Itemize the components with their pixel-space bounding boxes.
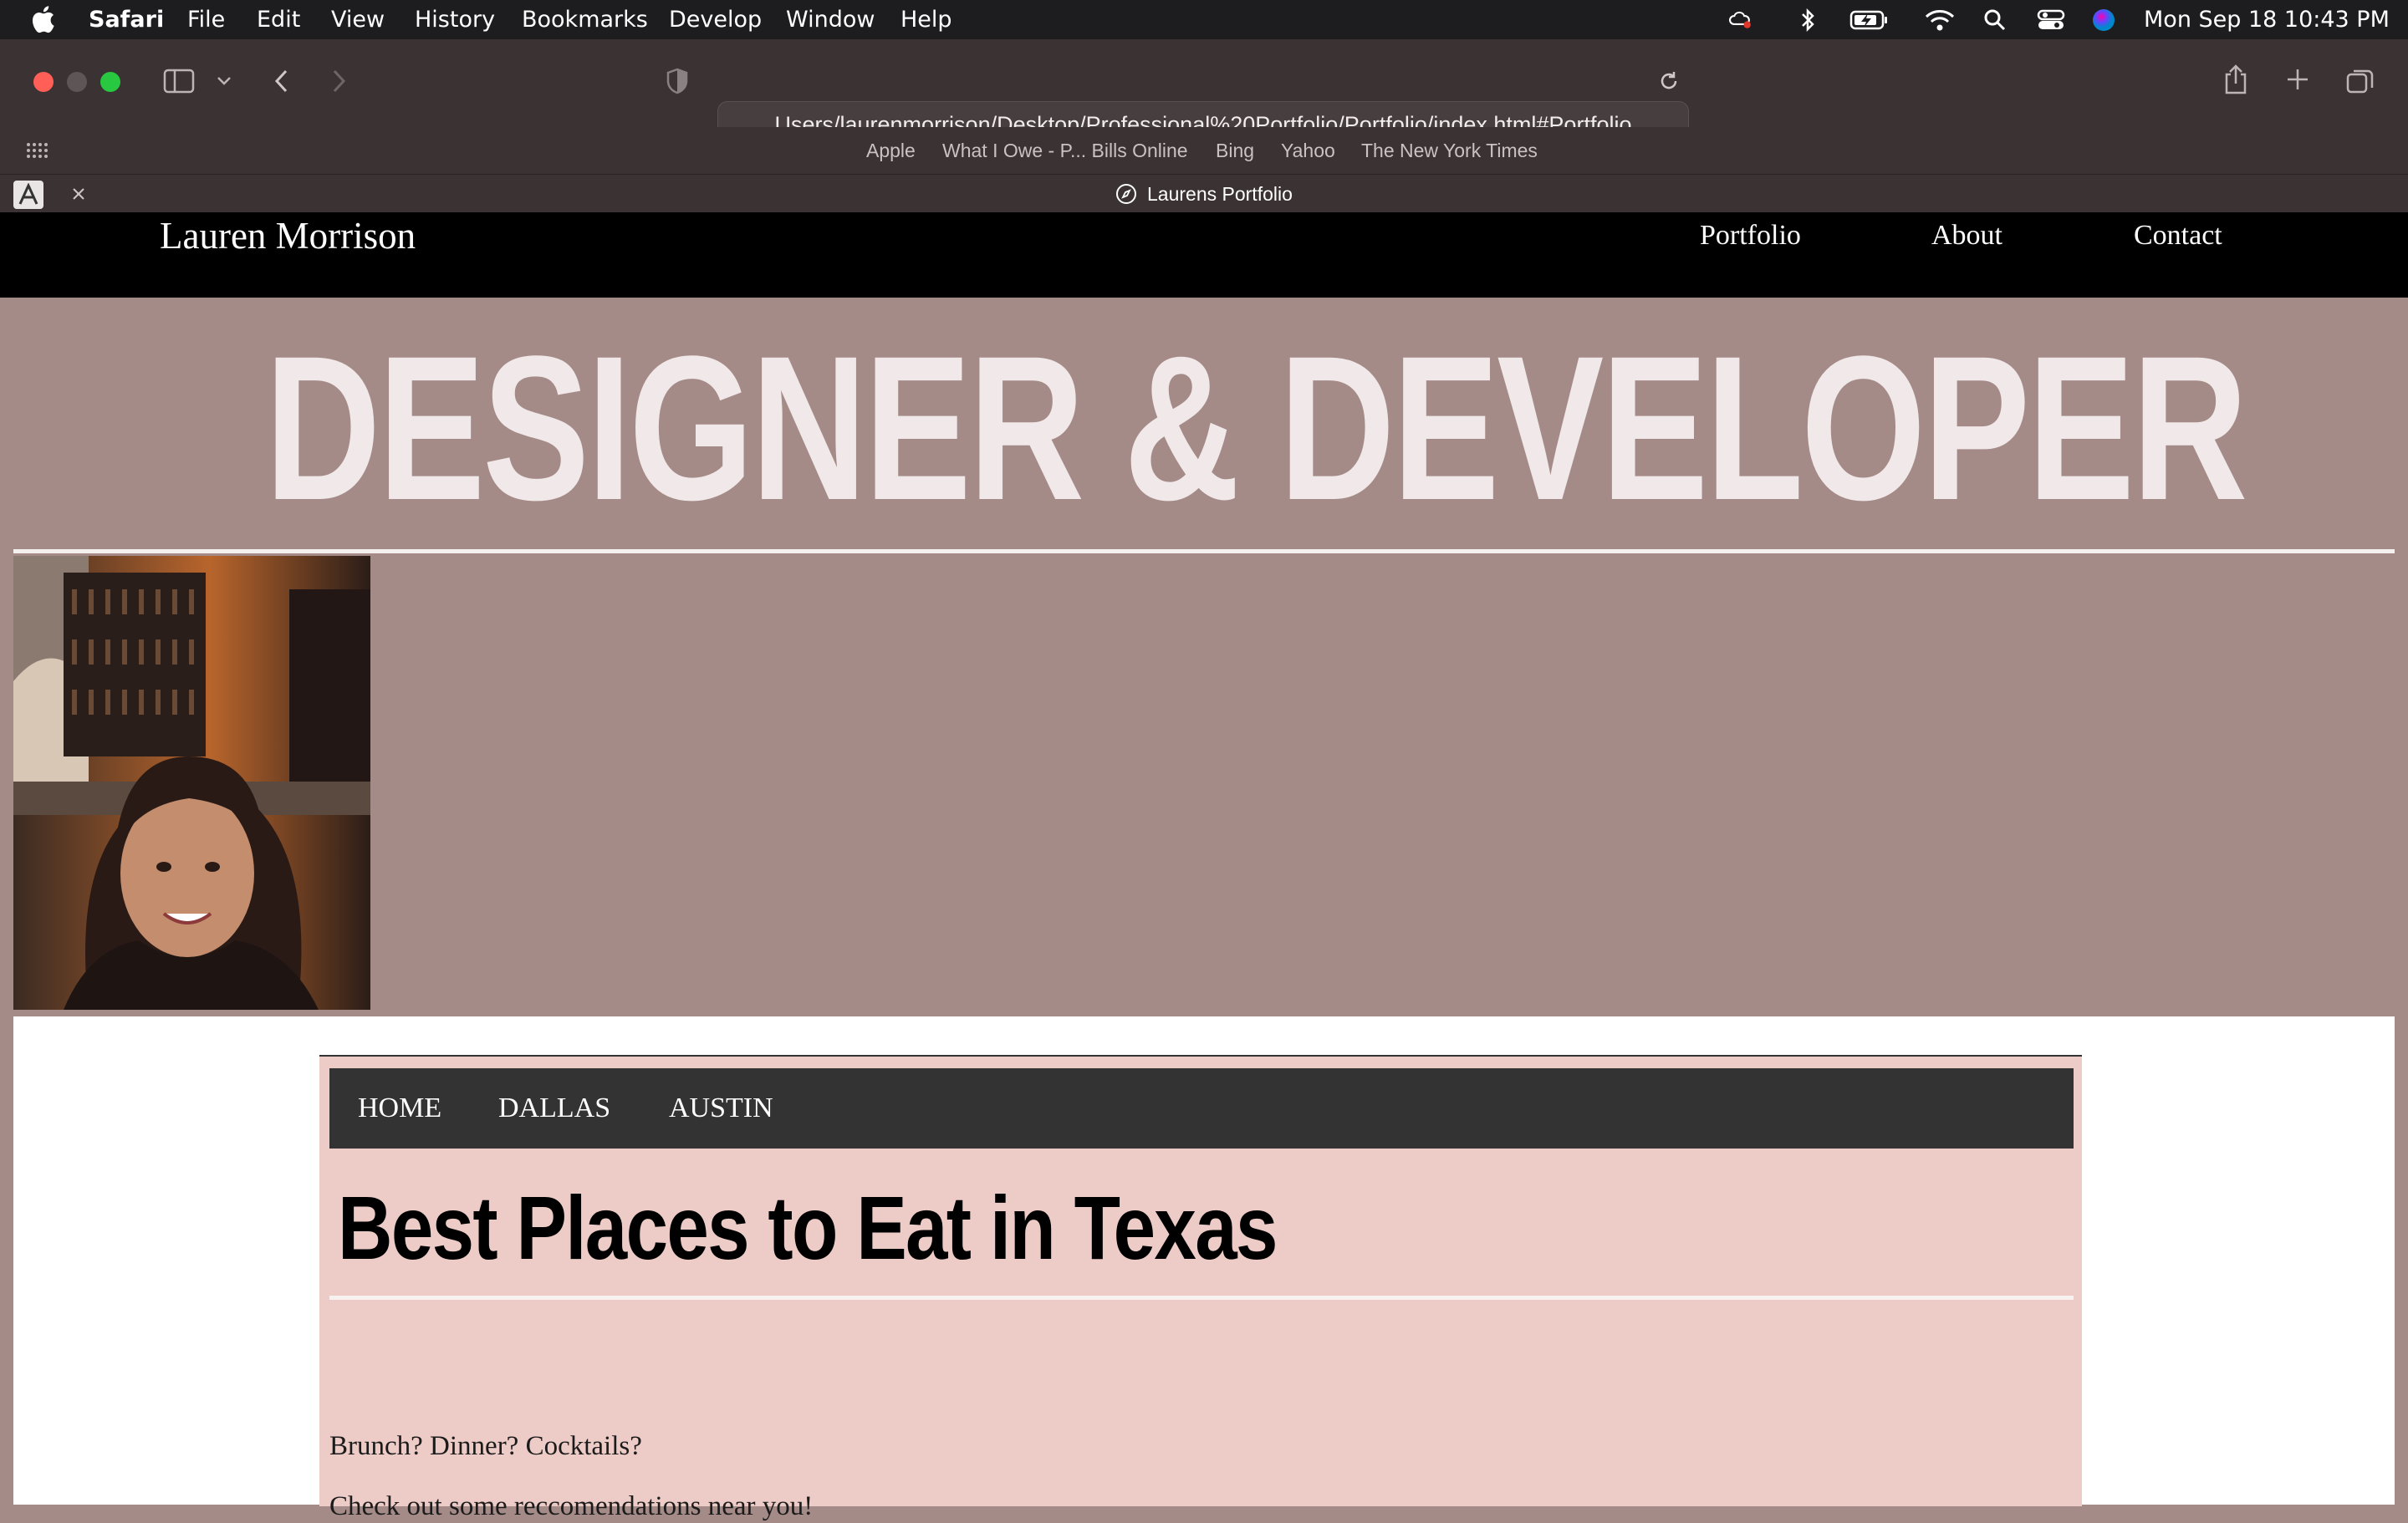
tab-bar: Laurens Portfolio	[0, 174, 2408, 213]
subnav-austin[interactable]: AUSTIN	[669, 1068, 773, 1149]
restaurants-panel: HOME DALLAS AUSTIN Best Places to Eat in…	[319, 1055, 2082, 1521]
favorites-bar: Apple What I Owe - P... Bills Online Bin…	[0, 127, 2408, 174]
menu-develop[interactable]: Develop	[669, 0, 762, 39]
tab-overview-icon[interactable]	[2344, 64, 2376, 96]
close-tab-icon[interactable]	[67, 181, 90, 206]
subnav-dallas[interactable]: DALLAS	[498, 1068, 610, 1149]
sidebar-toggle-icon[interactable]	[162, 64, 196, 98]
panel-subnav: HOME DALLAS AUSTIN	[329, 1068, 2074, 1149]
panel-intro-line: Brunch? Dinner? Cocktails?	[329, 1431, 642, 1461]
nav-contact[interactable]: Contact	[2134, 212, 2222, 259]
hero-section: DESIGNER & DEVELOPER	[0, 298, 2408, 1016]
bookmark-link[interactable]: Yahoo	[1281, 127, 1335, 174]
browser-toolbar: Users/laurenmorrison/Desktop/Professiona…	[0, 39, 2408, 146]
menu-history[interactable]: History	[415, 0, 495, 39]
zoom-window-button[interactable]	[100, 72, 120, 92]
forward-arrow-icon[interactable]	[326, 64, 353, 98]
control-center-icon[interactable]	[2037, 9, 2065, 31]
share-icon[interactable]	[2221, 61, 2251, 98]
site-brand[interactable]: Lauren Morrison	[160, 212, 416, 259]
new-tab-plus-icon[interactable]	[2283, 64, 2313, 94]
menubar-clock[interactable]: Mon Sep 18 10:43 PM	[2144, 0, 2390, 39]
bookmark-link[interactable]: Bing	[1216, 127, 1254, 174]
menu-bookmarks[interactable]: Bookmarks	[522, 0, 648, 39]
creative-cloud-icon[interactable]	[1729, 9, 1752, 31]
profile-photo	[13, 556, 370, 1010]
site-header: Lauren Morrison Portfolio About Contact	[0, 212, 2408, 298]
compass-icon	[1116, 184, 1136, 204]
siri-icon[interactable]	[2092, 9, 2115, 31]
spotlight-search-icon[interactable]	[1983, 9, 2007, 31]
menu-window[interactable]: Window	[786, 0, 875, 39]
wifi-icon[interactable]	[1925, 9, 1955, 31]
panel-heading: Best Places to Eat in Texas	[338, 1177, 1278, 1278]
menu-view[interactable]: View	[331, 0, 385, 39]
battery-icon[interactable]	[1849, 9, 1890, 31]
active-tab-title: Laurens Portfolio	[1147, 182, 1293, 205]
bookmark-link[interactable]: Apple	[866, 127, 916, 174]
menu-help[interactable]: Help	[900, 0, 952, 39]
minimize-window-button[interactable]	[67, 72, 87, 92]
subnav-home[interactable]: HOME	[358, 1068, 441, 1149]
back-arrow-icon[interactable]	[268, 64, 294, 98]
bookmark-link[interactable]: The New York Times	[1361, 127, 1538, 174]
panel-intro-line: Check out some reccomendations near you!	[329, 1491, 814, 1521]
macos-menubar: Safari File Edit View History Bookmarks …	[0, 0, 2408, 39]
chevron-down-icon[interactable]	[214, 68, 234, 94]
hero-divider	[13, 549, 2395, 553]
hero-title: DESIGNER & DEVELOPER	[264, 313, 2248, 543]
font-extension-icon[interactable]	[13, 181, 43, 209]
apple-menu-icon[interactable]	[30, 0, 55, 39]
content-section: HOME DALLAS AUSTIN Best Places to Eat in…	[13, 1016, 2395, 1521]
panel-divider	[329, 1296, 2074, 1300]
menu-edit[interactable]: Edit	[257, 0, 300, 39]
menu-file[interactable]: File	[187, 0, 225, 39]
active-tab[interactable]: Laurens Portfolio	[1115, 175, 1293, 213]
apps-grid-icon[interactable]	[23, 137, 50, 164]
menu-app-name[interactable]: Safari	[89, 0, 164, 39]
bluetooth-icon[interactable]	[1796, 8, 1819, 33]
reload-icon[interactable]	[1656, 68, 1682, 94]
privacy-shield-icon[interactable]	[662, 66, 692, 96]
close-window-button[interactable]	[33, 72, 54, 92]
bookmark-link[interactable]: What I Owe - P... Bills Online	[942, 127, 1188, 174]
nav-about[interactable]: About	[1931, 212, 2002, 259]
nav-portfolio[interactable]: Portfolio	[1700, 212, 1801, 259]
